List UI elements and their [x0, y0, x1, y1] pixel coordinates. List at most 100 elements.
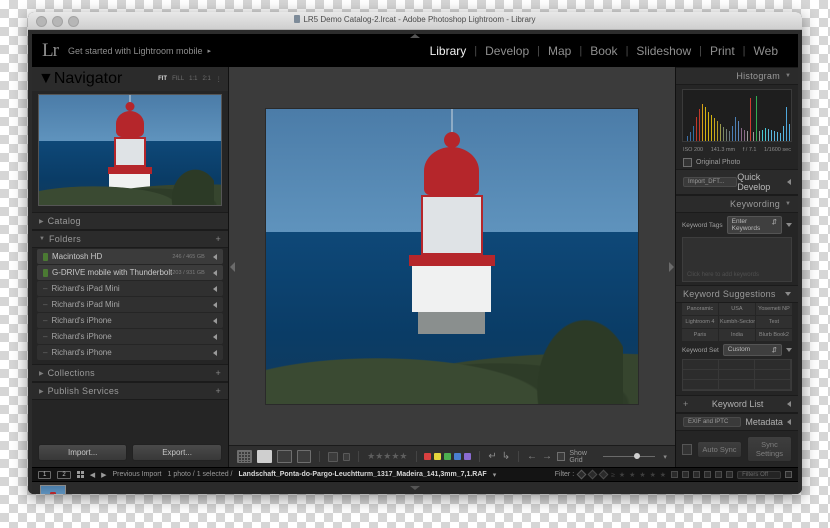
- keyword-set-cell[interactable]: [718, 370, 755, 381]
- next-photo-icon[interactable]: →: [542, 451, 552, 462]
- auto-sync-toggle[interactable]: [681, 443, 692, 455]
- filter-color-label[interactable]: [726, 471, 734, 478]
- folder-expand-icon[interactable]: [212, 285, 217, 292]
- folder-row[interactable]: – Richard's iPad Mini: [37, 297, 223, 312]
- folder-expand-icon[interactable]: [212, 269, 217, 276]
- flag-reject-icon[interactable]: [342, 452, 351, 461]
- chevron-updown-icon[interactable]: ⇵: [772, 218, 777, 232]
- filter-color-label[interactable]: [715, 471, 723, 478]
- auto-sync-button[interactable]: Auto Sync: [696, 440, 742, 458]
- keyword-suggestion[interactable]: Yosemeti NP: [755, 303, 792, 316]
- histogram-graph[interactable]: [681, 89, 792, 143]
- keyword-set-dropdown[interactable]: Custom ⇵: [722, 344, 782, 357]
- filter-lock-icon[interactable]: [785, 471, 792, 478]
- keyword-set-cell[interactable]: [754, 380, 791, 390]
- original-photo-checkbox[interactable]: [682, 158, 692, 168]
- keyword-list-header[interactable]: + Keyword List: [675, 395, 798, 413]
- export-button[interactable]: Export...: [132, 444, 222, 461]
- original-photo-row[interactable]: Original Photo: [676, 156, 798, 169]
- filter-rating-stars[interactable]: ≥ ★ ★ ★ ★ ★: [611, 471, 667, 479]
- metadata-preset-dropdown[interactable]: EXIF and IPTC: [682, 417, 742, 427]
- compare-view-icon[interactable]: [276, 450, 292, 463]
- preset-dropdown[interactable]: Import_DFT...: [682, 177, 738, 188]
- loupe-view-icon[interactable]: [256, 450, 272, 463]
- zoom-2-1[interactable]: 2:1: [202, 76, 210, 82]
- quick-develop-header[interactable]: Import_DFT... Quick Develop: [675, 169, 798, 196]
- chevron-right-icon[interactable]: ▸: [208, 47, 212, 55]
- previous-photo-icon[interactable]: ←: [527, 451, 537, 462]
- keyword-entry-box[interactable]: Click here to add keywords: [681, 237, 792, 283]
- navigator-preview[interactable]: [38, 94, 222, 206]
- left-panel-collapse-icon[interactable]: [229, 262, 235, 272]
- screen-mode-1-button[interactable]: 1: [38, 470, 52, 479]
- folder-row[interactable]: G-DRIVE mobile with Thunderbolt 203 / 93…: [37, 265, 223, 280]
- right-panel-collapse-icon[interactable]: [668, 262, 674, 272]
- identity-tagline[interactable]: Get started with Lightroom mobile: [68, 46, 203, 56]
- top-panel-toggle[interactable]: [410, 34, 420, 38]
- color-label-purple[interactable]: [464, 453, 472, 460]
- flag-reject-filter-icon[interactable]: [598, 469, 609, 480]
- add-publish-service-icon[interactable]: +: [216, 386, 221, 396]
- filters-off-dropdown[interactable]: Filters Off: [737, 470, 781, 479]
- histogram-panel-header[interactable]: Histogram ▼: [675, 67, 798, 85]
- module-develop[interactable]: Develop: [477, 44, 537, 58]
- keyword-set-cell[interactable]: [682, 380, 719, 390]
- source-label[interactable]: Previous Import: [112, 471, 161, 478]
- keyword-set-cell[interactable]: [682, 360, 719, 371]
- slider-knob[interactable]: [634, 453, 641, 459]
- folder-expand-icon[interactable]: [212, 317, 217, 324]
- color-label-red[interactable]: [424, 453, 432, 460]
- grid-size-slider[interactable]: [602, 453, 656, 459]
- collections-panel-header[interactable]: ▶ Collections +: [32, 364, 228, 382]
- keyword-set-cell[interactable]: [718, 360, 755, 371]
- rotate-right-icon[interactable]: ↳: [502, 451, 510, 462]
- zoom-menu-icon[interactable]: ⋮: [216, 76, 222, 83]
- keyword-set-cell[interactable]: [682, 370, 719, 381]
- flag-pick-filter-icon[interactable]: [576, 469, 587, 480]
- publish-services-panel-header[interactable]: ▶ Publish Services +: [32, 382, 228, 400]
- screen-mode-2-button[interactable]: 2: [57, 470, 71, 479]
- module-map[interactable]: Map: [540, 44, 579, 58]
- folder-row[interactable]: – Richard's iPhone: [37, 329, 223, 344]
- add-collection-icon[interactable]: +: [216, 368, 221, 378]
- chevron-down-icon[interactable]: ▼: [39, 236, 45, 242]
- chevron-right-icon[interactable]: ▶: [39, 370, 44, 377]
- color-label-blue[interactable]: [454, 453, 462, 460]
- chevron-updown-icon[interactable]: ⇵: [772, 346, 777, 354]
- chevron-down-icon[interactable]: ▼: [38, 70, 54, 88]
- chevron-right-icon[interactable]: ▶: [39, 218, 44, 225]
- bottom-panel-toggle[interactable]: [410, 486, 420, 490]
- keyword-suggestion[interactable]: Panoramic: [681, 303, 718, 316]
- keyword-suggestion[interactable]: Blurb Book2: [755, 329, 792, 342]
- zoom-fit[interactable]: FIT: [158, 76, 167, 82]
- chevron-collapse-icon[interactable]: [787, 179, 791, 186]
- folder-expand-icon[interactable]: [212, 253, 217, 260]
- keyword-suggestion[interactable]: Lightroom 4: [681, 316, 718, 329]
- add-folder-icon[interactable]: +: [216, 234, 221, 244]
- keyword-set-cell[interactable]: [754, 370, 791, 381]
- keywording-panel-header[interactable]: Keywording ▼: [675, 195, 798, 214]
- filmstrip-thumbnail[interactable]: [40, 484, 66, 494]
- add-keyword-icon[interactable]: +: [683, 399, 688, 409]
- keyword-set-cell[interactable]: [754, 360, 791, 371]
- catalog-panel-header[interactable]: ▶ Catalog: [32, 212, 228, 230]
- rotate-left-icon[interactable]: ↵: [488, 451, 496, 462]
- keyword-suggestion[interactable]: Test: [755, 316, 792, 329]
- keyword-set-cell[interactable]: [718, 380, 755, 390]
- chevron-collapse-icon[interactable]: [786, 419, 791, 425]
- color-label-green[interactable]: [444, 453, 452, 460]
- loupe-view[interactable]: [228, 67, 675, 445]
- filter-color-label[interactable]: [704, 471, 712, 478]
- grid-view-icon[interactable]: [236, 450, 252, 463]
- folder-row[interactable]: – Richard's iPhone: [37, 313, 223, 328]
- filename-dropdown-icon[interactable]: ▾: [493, 471, 497, 479]
- metadata-header[interactable]: EXIF and IPTC Metadata: [675, 413, 798, 431]
- survey-view-icon[interactable]: [296, 450, 312, 463]
- keyword-suggestion[interactable]: Kumbh-Sector 12: [718, 316, 755, 329]
- chevron-down-icon[interactable]: ▾: [663, 453, 667, 461]
- module-book[interactable]: Book: [582, 44, 625, 58]
- rating-stars[interactable]: ★★★★★: [367, 451, 407, 462]
- grid-icon[interactable]: [76, 471, 84, 478]
- flag-pick-icon[interactable]: [328, 451, 338, 462]
- chevron-right-icon[interactable]: ▶: [39, 388, 44, 395]
